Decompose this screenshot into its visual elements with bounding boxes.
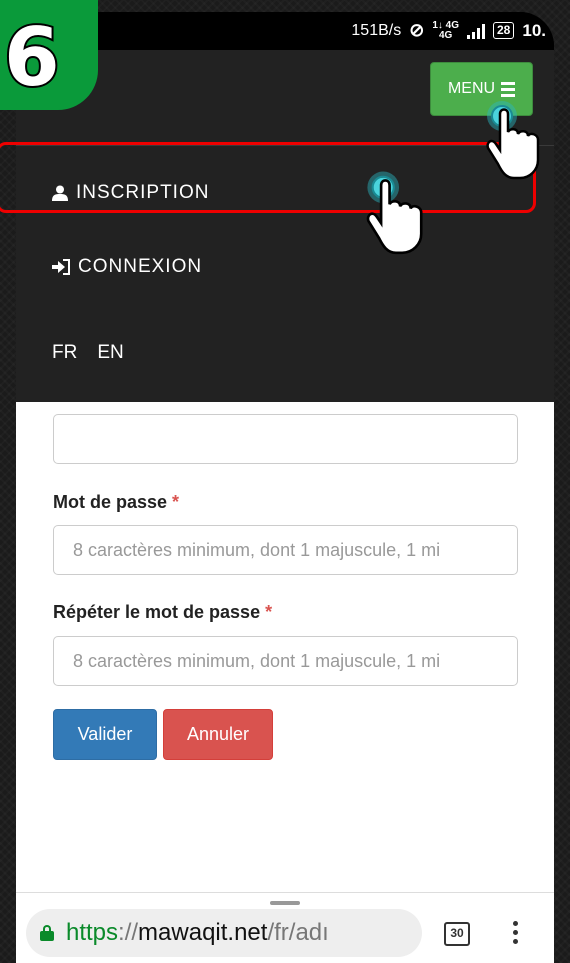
lang-fr[interactable]: FR: [52, 342, 77, 364]
password-label: Mot de passe *: [53, 492, 180, 512]
clock: 10.: [522, 20, 546, 40]
lock-icon: [40, 925, 54, 941]
sign-in-icon: [52, 259, 70, 275]
do-not-disturb-icon: ⊘: [409, 20, 425, 40]
lang-en[interactable]: EN: [97, 342, 123, 364]
signal-icon: [467, 23, 485, 39]
submit-button[interactable]: Valider: [53, 709, 157, 760]
browser-toolbar: https://mawaqit.net/fr/adı 30: [16, 892, 554, 963]
email-field[interactable]: [53, 414, 518, 464]
battery-icon: 28: [493, 22, 515, 39]
network-type: 1↓ 4G 4G: [432, 19, 459, 41]
drag-handle[interactable]: [270, 901, 300, 905]
step-number: 6: [2, 11, 62, 104]
password-field[interactable]: 8 caractères minimum, dont 1 majuscule, …: [53, 525, 518, 575]
network-speed: 151B/s: [351, 21, 402, 39]
password-repeat-label: Répéter le mot de passe *: [53, 602, 273, 622]
nav-item-label: CONNEXION: [78, 256, 203, 277]
step-badge: 6: [0, 0, 98, 110]
registration-form: Mot de passe * 8 caractères minimum, don…: [16, 402, 554, 892]
cancel-button[interactable]: Annuler: [163, 709, 273, 760]
more-options-icon[interactable]: [513, 921, 518, 944]
address-bar[interactable]: https://mawaqit.net/fr/adı: [26, 909, 422, 957]
password-repeat-field[interactable]: 8 caractères minimum, dont 1 majuscule, …: [53, 636, 518, 686]
language-switcher: FR EN: [52, 342, 124, 364]
tap-pointer-icon: [366, 171, 423, 255]
nav-item-connexion[interactable]: CONNEXION: [52, 256, 202, 278]
tap-pointer-icon: [486, 101, 540, 180]
tutorial-highlight-box: [0, 142, 536, 213]
tab-switcher-button[interactable]: 30: [444, 922, 470, 946]
